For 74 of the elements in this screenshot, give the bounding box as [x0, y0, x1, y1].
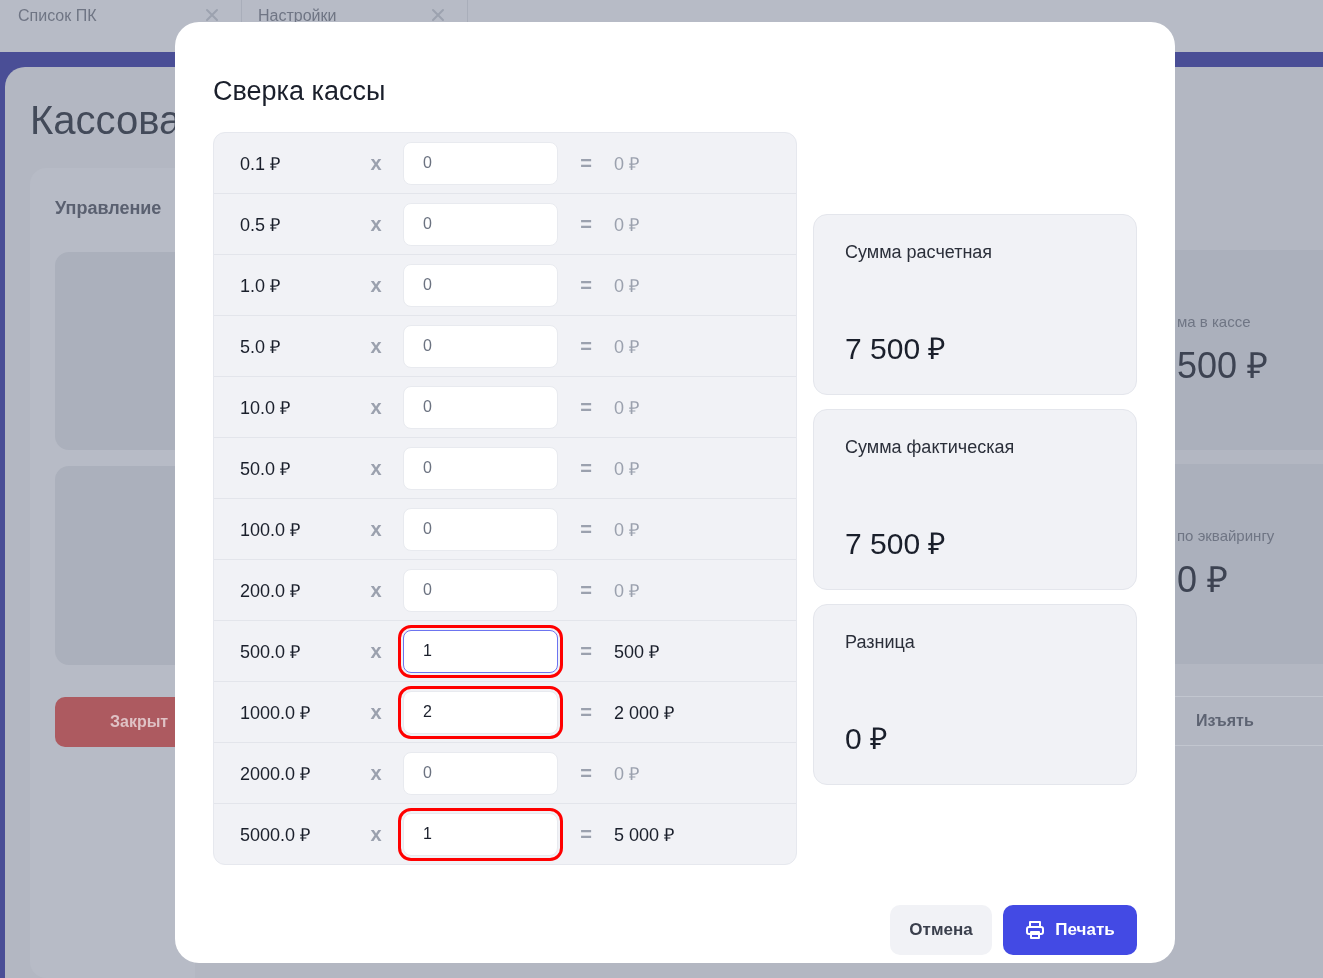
stat-label: по эквайрингу — [1177, 526, 1276, 546]
denomination-label: 500.0 ₽ — [240, 641, 302, 663]
row-total: 0 ₽ — [614, 397, 639, 419]
multiply-sign: x — [369, 578, 383, 602]
equals-sign: = — [579, 212, 593, 236]
summary-value: 7 500 ₽ — [845, 526, 947, 562]
row-total: 500 ₽ — [614, 641, 660, 663]
count-field[interactable]: 0 — [403, 568, 558, 612]
denomination-label: 1.0 ₽ — [240, 275, 282, 297]
row-total: 0 ₽ — [614, 214, 639, 236]
count-field[interactable]: 0 — [403, 507, 558, 551]
row-total: 0 ₽ — [614, 519, 639, 541]
equals-sign: = — [579, 822, 593, 846]
denomination-label: 5000.0 ₽ — [240, 824, 312, 846]
close-icon[interactable] — [205, 8, 219, 22]
row-total: 2 000 ₽ — [614, 702, 675, 724]
dialog-title: Сверка кассы — [213, 75, 386, 108]
equals-sign: = — [579, 578, 593, 602]
stat-value: 0 ₽ — [1177, 558, 1230, 602]
multiply-sign: x — [369, 822, 383, 846]
stat-label: ма в кассе — [1177, 312, 1252, 332]
equals-sign: = — [579, 151, 593, 175]
count-field[interactable]: 0 — [403, 141, 558, 185]
row-total: 5 000 ₽ — [614, 824, 675, 846]
equals-sign: = — [579, 395, 593, 419]
row-total: 0 ₽ — [614, 153, 639, 175]
multiply-sign: x — [369, 334, 383, 358]
denomination-label: 5.0 ₽ — [240, 336, 282, 358]
denomination-label: 0.1 ₽ — [240, 153, 282, 175]
multiply-sign: x — [369, 639, 383, 663]
summary-label: Сумма фактическая — [845, 436, 1016, 458]
card-title: Управление — [55, 197, 163, 220]
equals-sign: = — [579, 456, 593, 480]
multiply-sign: x — [369, 456, 383, 480]
close-icon[interactable] — [431, 8, 445, 22]
denomination-label: 100.0 ₽ — [240, 519, 302, 541]
print-button[interactable]: Печать — [1003, 905, 1137, 955]
count-field[interactable]: 0 — [403, 751, 558, 795]
equals-sign: = — [579, 700, 593, 724]
equals-sign: = — [579, 334, 593, 358]
equals-sign: = — [579, 761, 593, 785]
denomination-label: 10.0 ₽ — [240, 397, 292, 419]
multiply-sign: x — [369, 700, 383, 724]
count-field[interactable]: 0 — [403, 446, 558, 490]
multiply-sign: x — [369, 273, 383, 297]
cancel-button[interactable]: Отмена — [890, 905, 992, 955]
row-total: 0 ₽ — [614, 458, 639, 480]
row-total: 0 ₽ — [614, 580, 639, 602]
denomination-label: 50.0 ₽ — [240, 458, 292, 480]
multiply-sign: x — [369, 151, 383, 175]
row-total: 0 ₽ — [614, 275, 639, 297]
summary-label: Разница — [845, 631, 916, 653]
row-total: 0 ₽ — [614, 336, 639, 358]
denomination-label: 0.5 ₽ — [240, 214, 282, 236]
count-field[interactable]: 0 — [403, 202, 558, 246]
summary-value: 0 ₽ — [845, 721, 889, 757]
row-total: 0 ₽ — [614, 763, 639, 785]
stat-value: 500 ₽ — [1177, 344, 1270, 388]
multiply-sign: x — [369, 212, 383, 236]
multiply-sign: x — [369, 395, 383, 419]
equals-sign: = — [579, 273, 593, 297]
multiply-sign: x — [369, 761, 383, 785]
denomination-label: 1000.0 ₽ — [240, 702, 312, 724]
count-field[interactable]: 0 — [403, 385, 558, 429]
summary-value: 7 500 ₽ — [845, 331, 947, 367]
multiply-sign: x — [369, 517, 383, 541]
equals-sign: = — [579, 639, 593, 663]
denomination-label: 200.0 ₽ — [240, 580, 302, 602]
denomination-label: 2000.0 ₽ — [240, 763, 312, 785]
equals-sign: = — [579, 517, 593, 541]
printer-icon — [1025, 920, 1046, 940]
count-field[interactable]: 0 — [403, 263, 558, 307]
summary-label: Сумма расчетная — [845, 241, 994, 263]
count-field[interactable]: 0 — [403, 324, 558, 368]
